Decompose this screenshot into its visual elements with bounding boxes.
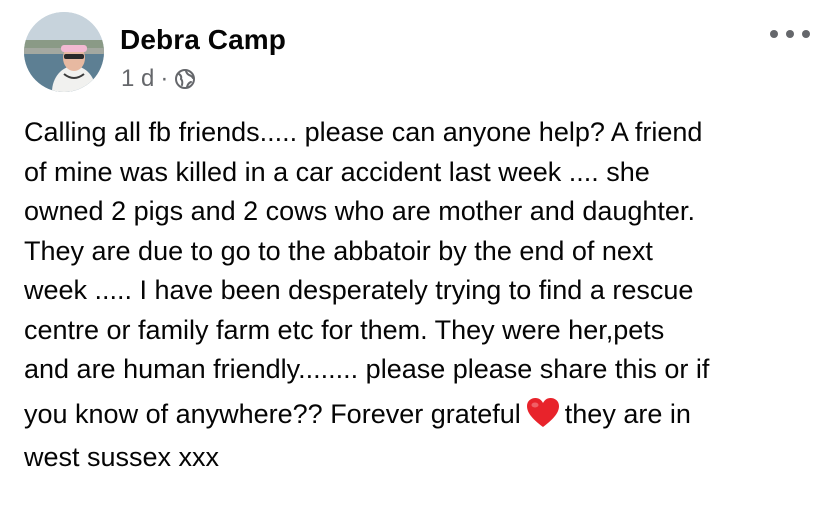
post-text-line: west sussex xxx — [24, 441, 220, 472]
post-text-line: of mine was killed in a car accident las… — [24, 156, 650, 187]
timestamp[interactable]: 1 d — [121, 65, 154, 93]
post-text-line: and are human friendly........ please pl… — [24, 354, 710, 384]
post-meta: 1 d · — [121, 64, 196, 94]
facebook-post: Debra Camp 1 d · Calling all fb friends.… — [0, 0, 828, 516]
globe-icon[interactable] — [174, 68, 196, 90]
profile-photo — [24, 12, 104, 92]
post-text-line: Calling all fb friends..... please can a… — [24, 117, 703, 147]
post-text-line: you know of anywhere?? Forever grateful t… — [24, 390, 814, 438]
post-text: Calling all fb friends..... please can a… — [24, 113, 814, 477]
author-name[interactable]: Debra Camp — [120, 22, 286, 58]
post-text-segment: you know of anywhere?? Forever grateful — [24, 398, 521, 429]
post-text-line: They are due to go to the abbatoir by th… — [24, 235, 653, 266]
red-heart-emoji — [525, 395, 561, 431]
more-options-button[interactable] — [770, 24, 810, 44]
post-text-line: owned 2 pigs and 2 cows who are mother a… — [24, 196, 695, 226]
post-text-segment: they are in — [564, 398, 691, 429]
meta-separator: · — [160, 65, 169, 92]
avatar[interactable] — [24, 12, 104, 92]
more-options-icon — [770, 30, 778, 38]
post-text-line: week ..... I have been desperately tryin… — [24, 275, 694, 305]
post-text-line: centre or family farm etc for them. They… — [24, 314, 665, 345]
